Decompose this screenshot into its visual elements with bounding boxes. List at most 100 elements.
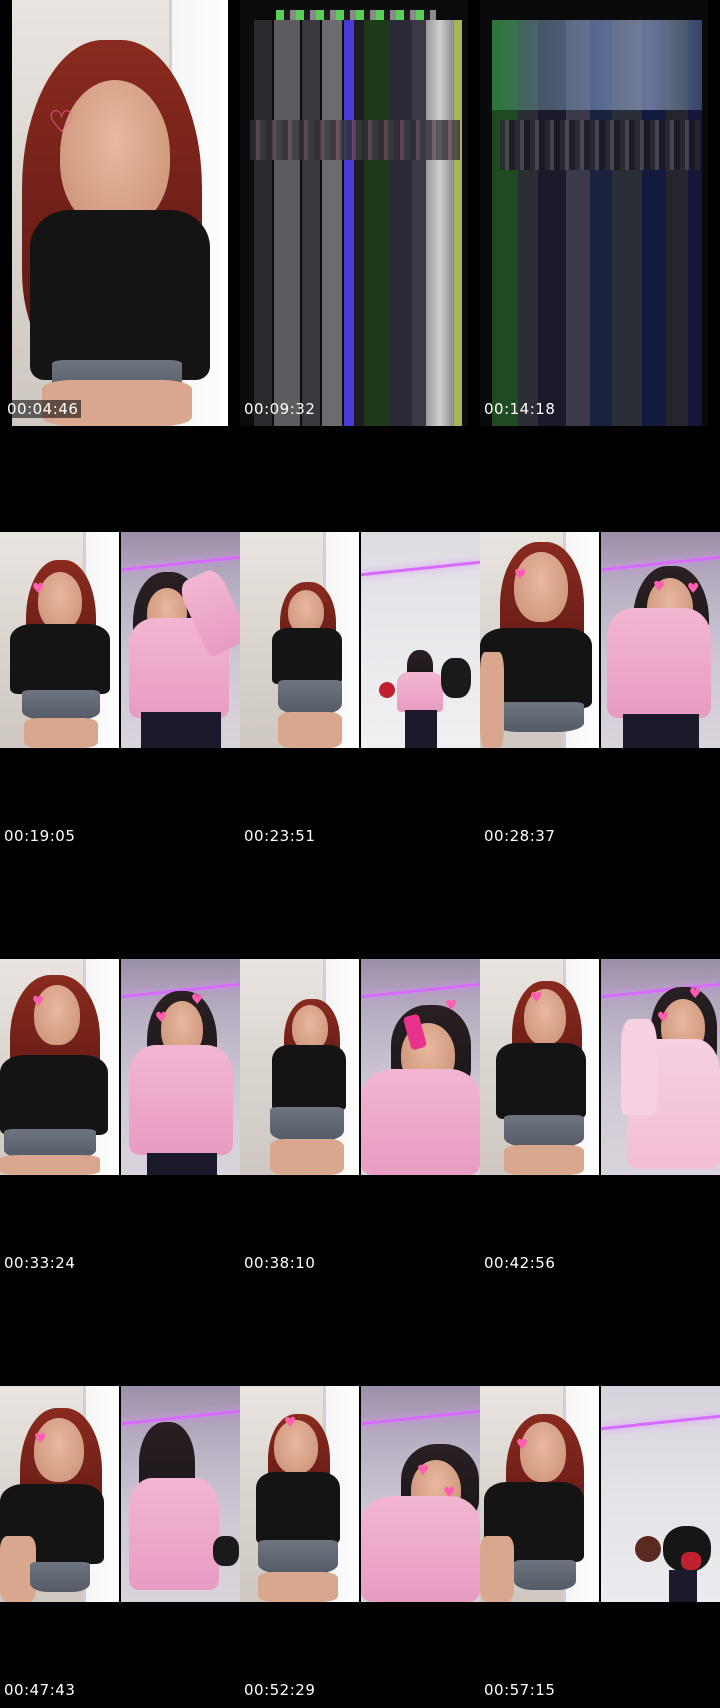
neon-light <box>361 1409 480 1426</box>
shirt <box>272 628 342 684</box>
legs <box>278 712 342 748</box>
face <box>34 1418 84 1482</box>
video-frame <box>121 532 240 748</box>
shorts <box>278 680 342 714</box>
hoodie <box>129 1478 219 1590</box>
heart-sticker-icon: ♥ <box>657 1010 670 1026</box>
legs <box>504 1145 584 1175</box>
hoodie <box>607 608 711 718</box>
glitch-noise <box>492 20 702 110</box>
shorts <box>258 1540 338 1574</box>
video-frame: ♥ ♥ <box>361 1386 480 1602</box>
arm <box>480 1536 514 1602</box>
pants <box>669 1570 697 1602</box>
glitch-bar <box>344 20 354 426</box>
face <box>60 80 170 230</box>
shorts <box>514 1560 576 1590</box>
shirt <box>256 1472 340 1544</box>
legs <box>258 1572 338 1602</box>
legs <box>270 1139 344 1175</box>
thumbnail-4[interactable]: ♥ <box>0 532 240 748</box>
timestamp-label: 00:57:15 <box>484 1681 556 1699</box>
video-frame: ♥ <box>480 959 599 1175</box>
glitch-bar <box>454 20 462 426</box>
heart-sticker-icon: ♥ <box>284 1415 297 1431</box>
legs <box>24 718 98 748</box>
timestamp-label: 00:09:32 <box>244 400 316 418</box>
glitch-bar <box>390 20 412 426</box>
video-frame: ♥ <box>361 959 480 1175</box>
shorts <box>30 1562 90 1592</box>
heart-sticker-icon: ♥ <box>530 990 543 1006</box>
thumbnail-9[interactable]: ♥ ♥ ♥ <box>480 959 720 1175</box>
pants <box>141 712 221 748</box>
video-frame: ♥ <box>0 532 119 748</box>
timestamp-label: 00:52:29 <box>244 1681 316 1699</box>
heart-sticker-icon: ♥ <box>687 581 700 597</box>
hoodie <box>361 1496 480 1602</box>
face <box>514 552 568 622</box>
glitch-noise <box>250 120 460 160</box>
video-frame <box>361 532 480 748</box>
video-frame <box>601 1386 720 1602</box>
thumbnail-5[interactable] <box>240 532 480 748</box>
neon-light <box>121 555 240 572</box>
heart-sticker-icon: ♥ <box>191 992 204 1008</box>
thumbnail-1[interactable]: ♡ <box>12 0 228 426</box>
thumbnail-11[interactable]: ♥ ♥ ♥ <box>240 1386 480 1602</box>
video-frame: ♥ ♥ <box>601 959 720 1175</box>
pants <box>405 710 437 748</box>
hoodie <box>129 1045 233 1155</box>
glitch-bar <box>302 20 320 426</box>
video-frame: ♥ <box>480 1386 599 1602</box>
pants <box>623 714 699 748</box>
face <box>38 572 82 630</box>
thumbnail-7[interactable]: ♥ ♥ ♥ <box>0 959 240 1175</box>
shirt <box>30 210 210 380</box>
shorts <box>492 702 584 732</box>
glitch-bar <box>412 20 426 426</box>
shorts <box>270 1107 344 1141</box>
shorts <box>504 1115 584 1147</box>
plush-toy <box>441 658 471 698</box>
thumbnail-3[interactable] <box>480 0 708 426</box>
video-frame <box>121 1386 240 1602</box>
glitch-noise <box>276 10 436 20</box>
glitch-frame <box>480 0 708 426</box>
thumbnail-12[interactable]: ♥ <box>480 1386 720 1602</box>
heart-sticker-icon: ♥ <box>653 579 666 595</box>
pants <box>147 1153 217 1175</box>
video-frame: ♥ ♥ <box>121 959 240 1175</box>
thumbnail-2[interactable] <box>240 0 468 426</box>
glitch-bar <box>254 20 272 426</box>
thumbnail-8[interactable]: ♥ <box>240 959 480 1175</box>
heart-sticker-icon: ♥ <box>689 986 702 1002</box>
neon-light <box>361 560 480 576</box>
plush-toy <box>681 1552 701 1570</box>
glitch-bar <box>274 20 300 426</box>
timestamp-label: 00:42:56 <box>484 1254 556 1272</box>
plush-toy <box>213 1536 239 1566</box>
heart-sticker-icon: ♥ <box>443 1485 456 1501</box>
plush-toy <box>379 682 395 698</box>
thumbnail-6[interactable]: ♥ ♥ ♥ <box>480 532 720 748</box>
heart-sticker-icon: ♥ <box>445 998 458 1014</box>
shirt <box>10 624 110 694</box>
timestamp-label: 00:38:10 <box>244 1254 316 1272</box>
glitch-bar <box>322 20 342 426</box>
thumbnail-10[interactable]: ♥ <box>0 1386 240 1602</box>
plush-toy <box>635 1536 661 1562</box>
shorts <box>22 690 100 720</box>
timestamp-label: 00:47:43 <box>4 1681 76 1699</box>
legs <box>480 652 504 748</box>
hoodie <box>397 672 443 712</box>
heart-sticker-icon: ♥ <box>417 1463 430 1479</box>
glitch-bar <box>426 20 454 426</box>
video-frame: ♥ ♥ <box>601 532 720 748</box>
heart-sticker-icon: ♥ <box>514 567 527 583</box>
video-frame: ♥ <box>0 1386 119 1602</box>
timestamp-label: 00:19:05 <box>4 827 76 845</box>
neon-light <box>361 982 480 999</box>
shirt <box>496 1043 586 1119</box>
timestamp-label: 00:23:51 <box>244 827 316 845</box>
